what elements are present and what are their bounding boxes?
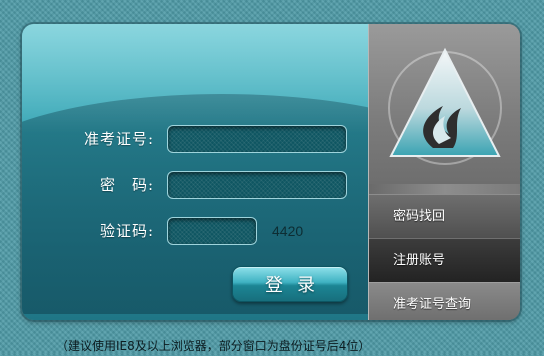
captcha-code[interactable]: 4420 xyxy=(272,216,303,246)
side-menu: 密码找回 注册账号 准考证号查询 xyxy=(368,24,520,320)
login-form-area: 准考证号: 密 码: 验证码: 4420 登录 xyxy=(22,24,482,320)
browser-note: （建议使用IE8及以上浏览器，部分窗口为盘份证号后4位） xyxy=(56,339,371,353)
menu-item-exam-id-lookup[interactable]: 准考证号查询 xyxy=(369,282,520,320)
captcha-row: 验证码: 4420 xyxy=(22,216,368,246)
triangle-flame-logo-icon xyxy=(388,47,502,165)
password-label: 密 码: xyxy=(99,176,154,194)
password-row: 密 码: xyxy=(22,170,368,200)
menu-item-register-account[interactable]: 注册账号 xyxy=(369,238,520,282)
exam-id-label: 准考证号: xyxy=(83,130,154,148)
menu-item-password-recovery[interactable]: 密码找回 xyxy=(369,194,520,238)
captcha-input[interactable] xyxy=(167,217,257,245)
login-panel: 准考证号: 密 码: 验证码: 4420 登录 密码找回 注册账号 准考证号查询 xyxy=(22,24,520,320)
password-input[interactable] xyxy=(167,171,347,199)
logo-area xyxy=(369,24,520,184)
captcha-label: 验证码: xyxy=(99,222,154,240)
exam-id-row: 准考证号: xyxy=(22,124,368,154)
login-button[interactable]: 登录 xyxy=(232,266,348,302)
exam-id-input[interactable] xyxy=(167,125,347,153)
